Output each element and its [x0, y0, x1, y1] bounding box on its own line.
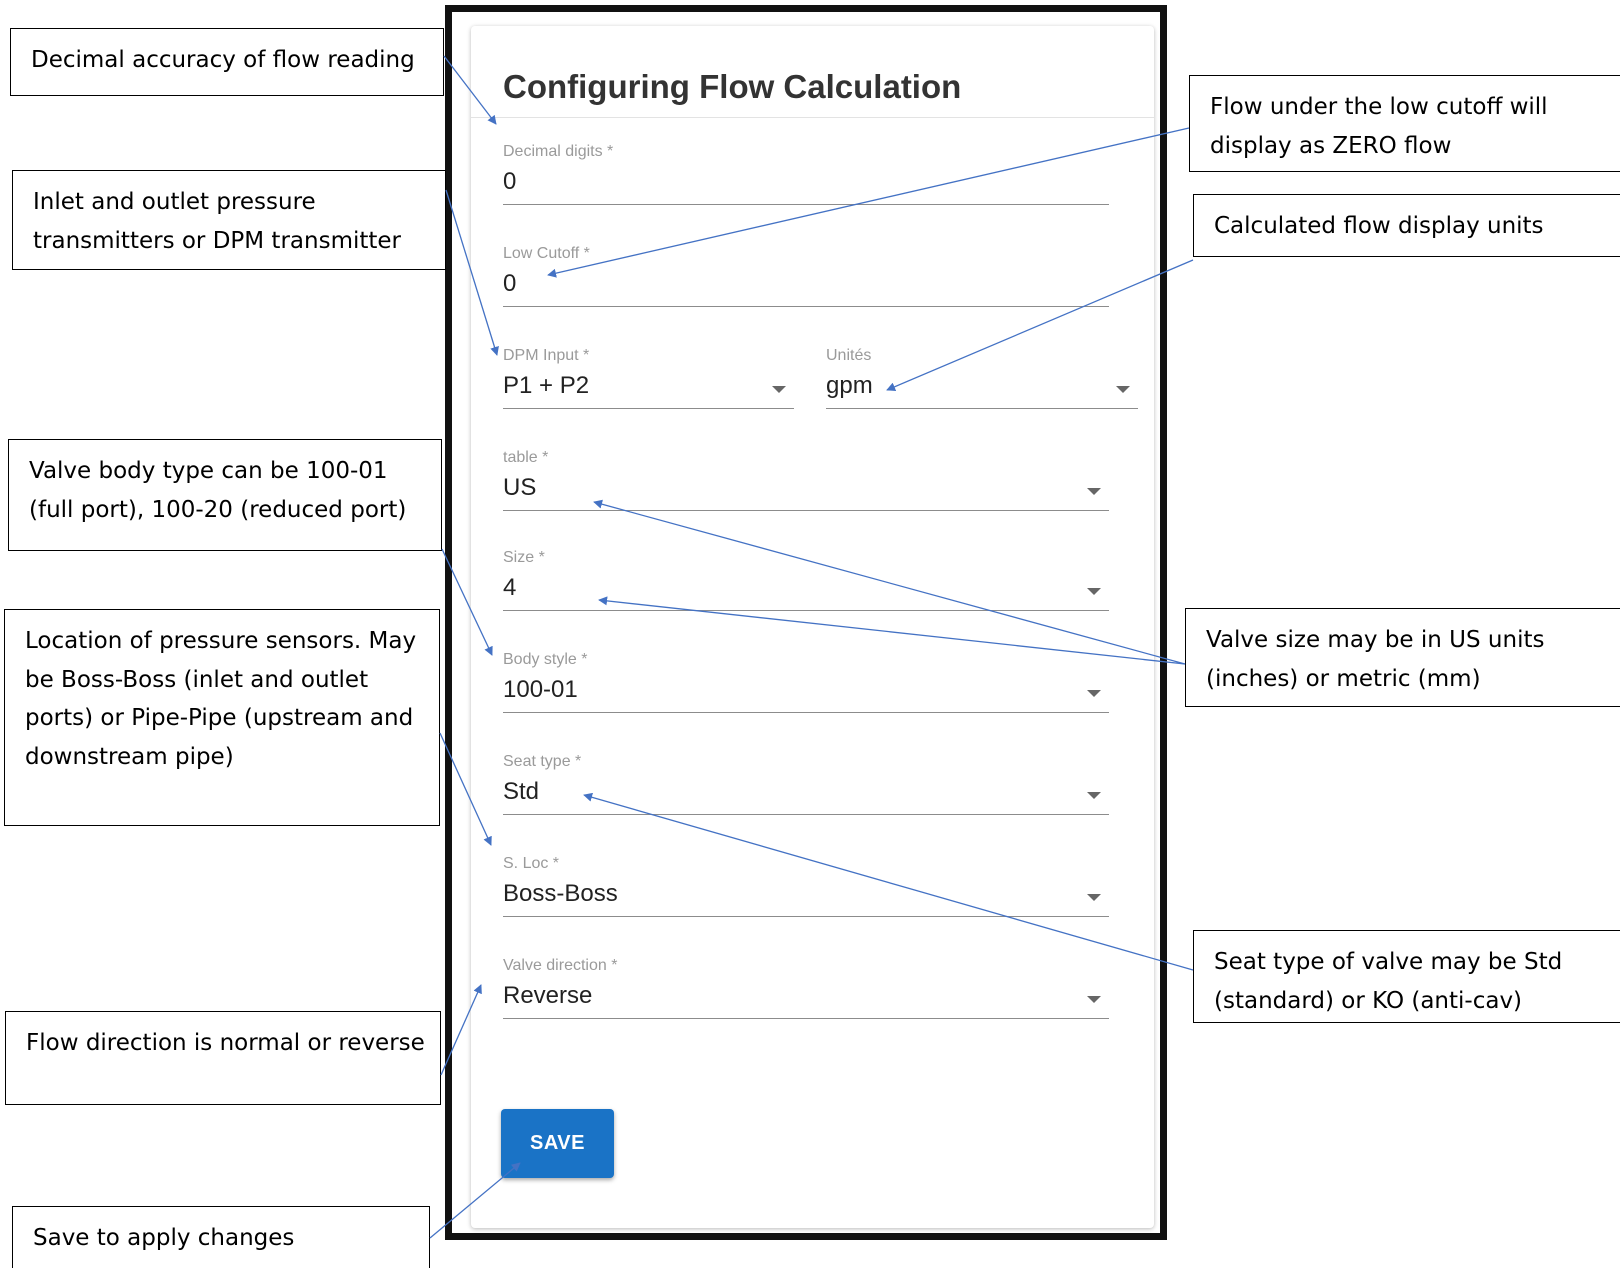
seat-type-label: Seat type * — [503, 753, 582, 770]
valve-direction-label: Valve direction * — [503, 957, 618, 974]
table-underline — [503, 510, 1109, 511]
chevron-down-icon[interactable] — [772, 386, 786, 393]
size-label: Size * — [503, 549, 545, 566]
callout-inlet-outlet: Inlet and outlet pressure transmitters o… — [12, 170, 446, 270]
callout-flow-direction: Flow direction is normal or reverse — [5, 1011, 441, 1105]
table-label: table * — [503, 449, 549, 466]
dpm-input-label: DPM Input * — [503, 347, 590, 364]
s-loc-value: Boss-Boss — [503, 880, 618, 907]
low-cutoff-label: Low Cutoff * — [503, 245, 590, 262]
callout-seat-type: Seat type of valve may be Std (standard)… — [1193, 930, 1620, 1023]
seat-type-value: Std — [503, 778, 540, 805]
callout-body-type: Valve body type can be 100-01 (full port… — [8, 439, 442, 551]
callout-valve-size: Valve size may be in US units (inches) o… — [1185, 608, 1620, 707]
dpm-input-value: P1 + P2 — [503, 372, 590, 399]
body-style-underline — [503, 712, 1109, 713]
screenshot-frame: Configuring Flow Calculation Decimal dig… — [445, 5, 1167, 1240]
chevron-down-icon[interactable] — [1087, 588, 1101, 595]
valve-direction-underline — [503, 1018, 1109, 1019]
valve-direction-value: Reverse — [503, 982, 593, 1009]
callout-low-cutoff: Flow under the low cutoff will display a… — [1189, 75, 1620, 172]
decimal-digits-label: Decimal digits * — [503, 143, 614, 160]
units-value: gpm — [826, 372, 873, 399]
chevron-down-icon[interactable] — [1087, 690, 1101, 697]
units-label: Unités — [826, 347, 872, 364]
body-style-value: 100-01 — [503, 676, 578, 703]
chevron-down-icon[interactable] — [1087, 894, 1101, 901]
table-value: US — [503, 474, 537, 501]
size-underline — [503, 610, 1109, 611]
low-cutoff-underline — [503, 306, 1109, 307]
seat-type-underline — [503, 814, 1109, 815]
decimal-digits-value: 0 — [503, 168, 517, 195]
decimal-digits-underline — [503, 204, 1109, 205]
save-button[interactable]: SAVE — [501, 1109, 614, 1178]
body-style-label: Body style * — [503, 651, 588, 668]
dpm-input-underline — [503, 408, 794, 409]
flow-config-card: Configuring Flow Calculation Decimal dig… — [471, 26, 1154, 1228]
units-underline — [826, 408, 1138, 409]
size-value: 4 — [503, 574, 517, 601]
low-cutoff-value: 0 — [503, 270, 517, 297]
callout-save: Save to apply changes — [12, 1206, 430, 1268]
chevron-down-icon[interactable] — [1087, 488, 1101, 495]
chevron-down-icon[interactable] — [1087, 792, 1101, 799]
s-loc-label: S. Loc * — [503, 855, 560, 872]
callout-sensor-location: Location of pressure sensors. May be Bos… — [4, 609, 440, 826]
chevron-down-icon[interactable] — [1116, 386, 1130, 393]
page-title: Configuring Flow Calculation — [503, 68, 962, 105]
callout-display-units: Calculated flow display units — [1193, 194, 1620, 257]
chevron-down-icon[interactable] — [1087, 996, 1101, 1003]
callout-decimal-accuracy: Decimal accuracy of flow reading — [10, 28, 444, 96]
title-divider — [471, 117, 1154, 118]
s-loc-underline — [503, 916, 1109, 917]
